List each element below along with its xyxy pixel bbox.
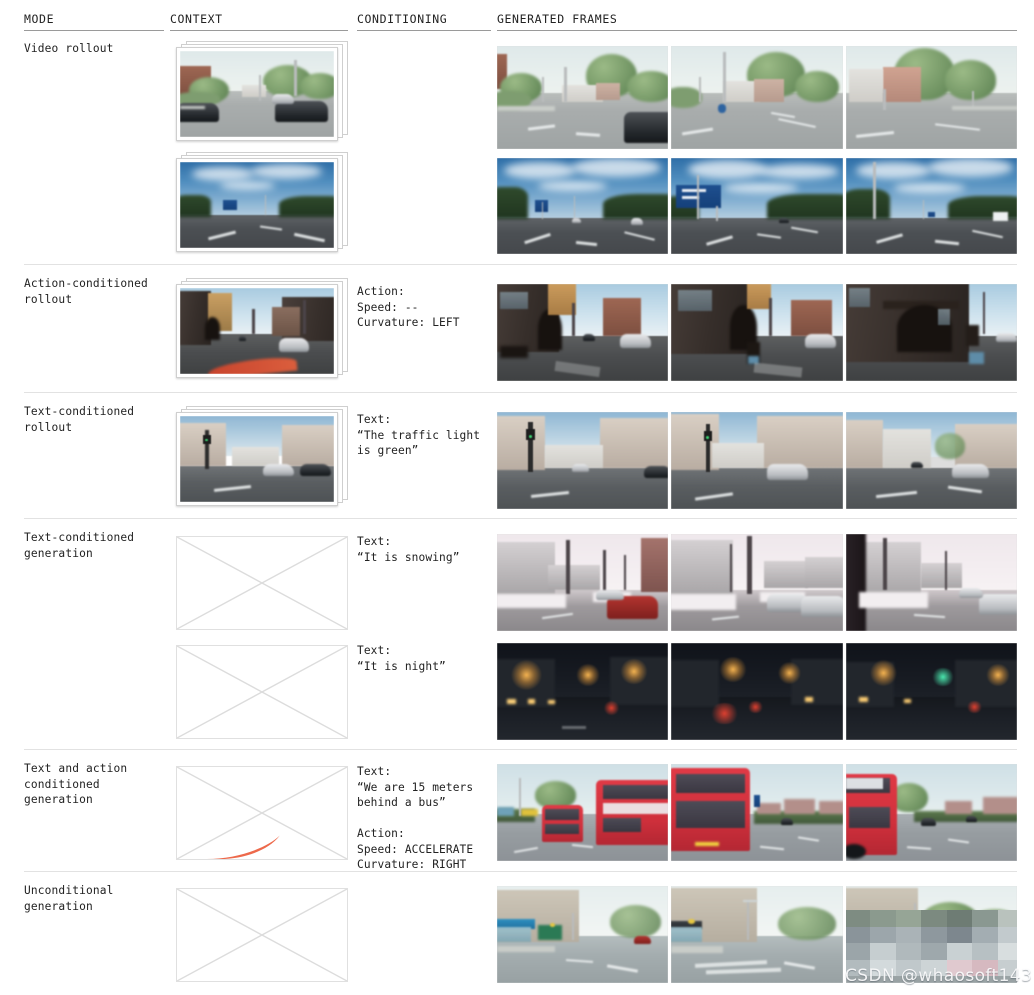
- generated-frame: [497, 412, 669, 509]
- generated-frame: [497, 46, 669, 149]
- conditioning-action: Action: Speed: -- Curvature: LEFT: [357, 285, 460, 329]
- generated-frames-row-1b: [497, 158, 1017, 254]
- row-label-text-conditioned-generation: Text-conditioned generation: [24, 531, 135, 560]
- conditioning-text-and-action-bus: Text: “We are 15 meters behind a bus” Ac…: [357, 765, 474, 871]
- row-separator: [24, 392, 1017, 393]
- generated-frame: [497, 158, 669, 254]
- column-header-context: CONTEXT: [170, 12, 348, 31]
- row-label-action-conditioned-rollout: Action-conditioned rollout: [24, 277, 148, 306]
- watermark-text: CSDN @whaosoft143: [845, 966, 1033, 986]
- row-separator: [24, 518, 1017, 519]
- generated-frame: [671, 643, 843, 740]
- empty-placeholder-x-icon: [177, 767, 347, 859]
- generated-frames-row-4b: [497, 643, 1017, 740]
- context-card-front: [176, 412, 338, 506]
- conditioning-text-traffic-light: Text: “The traffic light is green”: [357, 413, 481, 457]
- generated-frame: [845, 643, 1017, 740]
- context-thumbnail-traffic-light: [180, 416, 334, 502]
- row-separator: [24, 871, 1017, 872]
- row-separator: [24, 749, 1017, 750]
- generated-frame: [845, 534, 1017, 631]
- context-frame-stack-4: [176, 406, 348, 506]
- generated-frames-row-3: [497, 412, 1017, 509]
- empty-placeholder-x-icon: [177, 646, 347, 738]
- row-label-video-rollout: Video rollout: [24, 42, 114, 55]
- row-label-text-conditioned-rollout: Text-conditioned rollout: [24, 405, 135, 434]
- generated-frame: [671, 534, 843, 631]
- context-thumbnail-suburban-green: [180, 51, 334, 137]
- figure-table: MODE CONTEXT CONDITIONING GENERATED FRAM…: [0, 0, 1034, 995]
- generated-frames-row-1a: [497, 46, 1017, 149]
- context-card-front: [176, 158, 338, 252]
- context-frame-stack-1: [176, 41, 348, 141]
- column-header-conditioning: CONDITIONING: [357, 12, 491, 31]
- generated-frames-row-5: [497, 764, 1017, 861]
- generated-frame: [497, 643, 669, 740]
- generated-frame: [671, 284, 843, 381]
- generated-frame: [671, 46, 843, 149]
- generated-frame: [497, 764, 669, 861]
- column-header-mode: MODE: [24, 12, 164, 31]
- row-label-unconditional-generation: Unconditional generation: [24, 884, 114, 913]
- generated-frames-row-4a: [497, 534, 1017, 631]
- context-frame-stack-2: [176, 152, 348, 252]
- generated-frame: [845, 46, 1017, 149]
- column-header-generated-frames: GENERATED FRAMES: [497, 12, 1017, 31]
- context-card-front: [176, 47, 338, 141]
- generated-frames-row-2: [497, 284, 1017, 381]
- conditioning-text-snowing: Text: “It is snowing”: [357, 535, 460, 564]
- generated-frame: [845, 158, 1017, 254]
- context-placeholder-empty-2: [176, 645, 348, 739]
- generated-frame: [671, 158, 843, 254]
- context-placeholder-with-trajectory: [176, 766, 348, 860]
- generated-frame: [671, 764, 843, 861]
- generated-frame: [497, 284, 669, 381]
- empty-placeholder-x-icon: [177, 889, 347, 981]
- generated-frame: [845, 412, 1017, 509]
- generated-frame: [845, 764, 1017, 861]
- context-thumbnail-action-trajectory: [180, 288, 334, 374]
- context-frame-stack-3: [176, 278, 348, 378]
- context-thumbnail-motorway: [180, 162, 334, 248]
- empty-placeholder-x-icon: [177, 537, 347, 629]
- context-placeholder-empty-3: [176, 888, 348, 982]
- generated-frame: [845, 284, 1017, 381]
- row-label-text-and-action-conditioned-generation: Text and action conditioned generation: [24, 762, 128, 806]
- generated-frame: [497, 886, 669, 983]
- generated-frame: [497, 534, 669, 631]
- context-card-front: [176, 284, 338, 378]
- generated-frame: [671, 886, 843, 983]
- generated-frame: [671, 412, 843, 509]
- context-placeholder-empty-1: [176, 536, 348, 630]
- row-separator: [24, 264, 1017, 265]
- conditioning-text-night: Text: “It is night”: [357, 644, 446, 673]
